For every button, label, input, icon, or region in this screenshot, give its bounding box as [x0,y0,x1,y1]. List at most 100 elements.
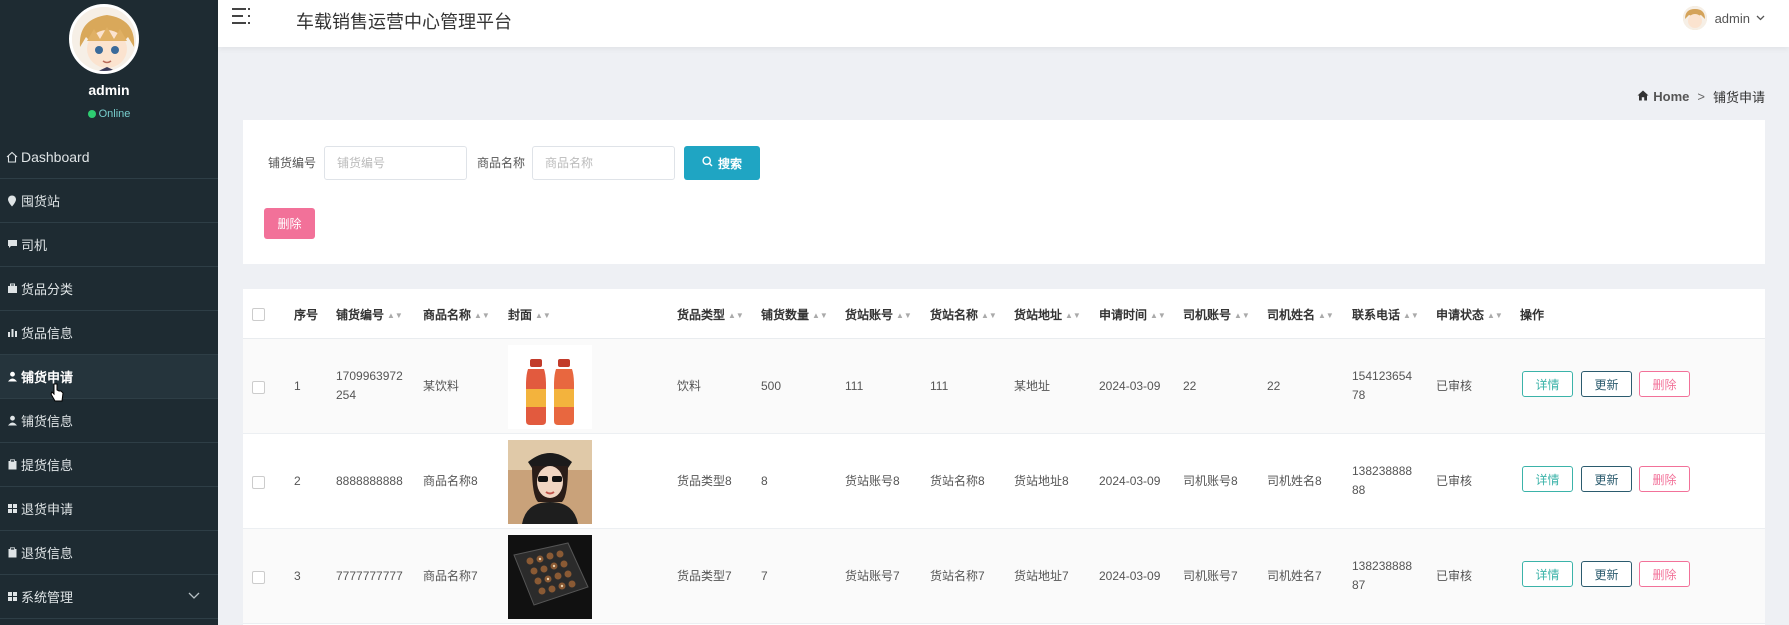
th-time-label: 申请时间 [1099,308,1148,322]
th-station-name-label: 货站名称 [930,308,979,322]
th-station-account-label: 货站账号 [845,308,894,322]
th-station-account[interactable]: 货站账号 ▲▼ [845,306,912,323]
sidebar-item-distribution-apply[interactable]: 铺货申请 [0,355,218,399]
cell-station-account: 货站账号7 [845,569,900,583]
th-qty[interactable]: 铺货数量 ▲▼ [761,306,828,323]
code-search-input[interactable] [324,146,467,180]
sidebar-item-label: 货品分类 [21,282,74,297]
cell-time: 2024-03-09 [1099,474,1161,488]
delete-button[interactable]: 删除 [1639,466,1690,492]
sidebar-item-return-info[interactable]: 退货信息 [0,531,218,575]
detail-button[interactable]: 详情 [1522,371,1573,397]
row-checkbox[interactable] [252,381,265,394]
sort-icon: ▲▼ [1150,311,1166,320]
detail-button[interactable]: 详情 [1522,561,1573,587]
th-time[interactable]: 申请时间 ▲▼ [1099,306,1166,323]
top-user-name: admin [1714,10,1750,26]
sidebar-item-label: 铺货信息 [21,414,74,429]
sort-icon: ▲▼ [1487,311,1503,320]
select-all-checkbox[interactable] [252,308,265,321]
cell-index: 2 [294,474,301,488]
cell-station-addr: 某地址 [1014,379,1051,393]
sidebar-item-driver[interactable]: 司机 [0,223,218,267]
table-row: 2 8888888888 商品名称8 货品类型8 8 货站账号8 货站名称8 货… [243,434,1765,529]
name-label: 商品名称 [477,156,526,170]
sidebar-item-label: 提货信息 [21,458,74,473]
delete-button[interactable]: 删除 [1639,561,1690,587]
clipboard-icon [6,458,18,471]
cell-station-name: 货站名称8 [930,474,985,488]
search-icon [702,156,718,170]
sidebar-item-label: 司机 [21,238,48,253]
update-button[interactable]: 更新 [1581,561,1632,587]
sort-icon: ▲▼ [1234,311,1250,320]
sidebar-item-dashboard[interactable]: Dashboard [0,135,218,179]
sidebar-item-label: 货品信息 [21,326,74,341]
code-label: 铺货编号 [268,156,317,170]
sidebar-item-label: Dashboard [21,148,90,165]
user-name: admin [88,82,130,98]
cell-time: 2024-03-09 [1099,379,1161,393]
cell-driver-name: 司机姓名8 [1267,474,1322,488]
th-actions: 操作 [1520,308,1545,322]
chart-icon [6,327,18,339]
th-cover[interactable]: 封面 ▲▼ [508,306,551,323]
menu-toggle-icon[interactable] [232,8,254,28]
cell-phone-line: 78 [1352,388,1366,402]
th-code[interactable]: 铺货编号 ▲▼ [336,306,403,323]
update-button[interactable]: 更新 [1581,371,1632,397]
table-row: 1 1709963972 254 某饮料 饮料 500 111 111 某地址 2… [243,339,1765,434]
user-menu[interactable]: admin [1682,6,1765,30]
hand-cursor-icon [50,383,64,403]
cover-image[interactable] [508,535,592,619]
home-icon [6,151,18,163]
top-avatar[interactable] [1682,6,1707,30]
sidebar-item-return-apply[interactable]: 退货申请 [0,487,218,531]
user-icon [6,371,18,383]
breadcrumb-home-link[interactable]: Home [1653,89,1689,104]
grid-icon [6,503,18,515]
th-name[interactable]: 商品名称 ▲▼ [423,306,490,323]
sort-icon: ▲▼ [981,311,997,320]
th-type[interactable]: 货品类型 ▲▼ [677,306,744,323]
name-search-input[interactable] [532,146,675,180]
cell-name: 某饮料 [423,379,460,393]
th-station-name[interactable]: 货站名称 ▲▼ [930,306,997,323]
th-phone[interactable]: 联系电话 ▲▼ [1352,306,1419,323]
sidebar-item-label: 系统管理 [21,590,74,605]
row-checkbox[interactable] [252,476,265,489]
detail-button[interactable]: 详情 [1522,466,1573,492]
cell-station-account: 111 [845,379,864,393]
search-panel: 铺货编号 商品名称 搜索 删除 [243,120,1765,264]
sidebar-item-pickup-info[interactable]: 提货信息 [0,443,218,487]
th-driver-name[interactable]: 司机姓名 ▲▼ [1267,306,1334,323]
sidebar-item-stock-station[interactable]: 囤货站 [0,179,218,223]
th-driver-name-label: 司机姓名 [1267,308,1316,322]
sidebar-item-distribution-info[interactable]: 铺货信息 [0,399,218,443]
cover-image[interactable] [508,345,592,429]
cell-status: 已审核 [1436,379,1473,393]
search-button[interactable]: 搜索 [684,146,760,180]
sort-icon: ▲▼ [1318,311,1334,320]
avatar[interactable] [69,4,139,74]
batch-delete-button[interactable]: 删除 [264,208,315,239]
th-status[interactable]: 申请状态 ▲▼ [1436,306,1503,323]
sidebar-item-goods-info[interactable]: 货品信息 [0,311,218,355]
delete-button[interactable]: 删除 [1639,371,1690,397]
sidebar-item-system-management[interactable]: 系统管理 [0,575,218,619]
breadcrumb-current: 铺货申请 [1712,90,1765,105]
th-status-label: 申请状态 [1436,308,1485,322]
cell-time: 2024-03-09 [1099,569,1161,583]
update-button[interactable]: 更新 [1581,466,1632,492]
sidebar-menu: Dashboard 囤货站 司机 货品分类 货品信息 铺货申请 铺货信息 提货信… [0,135,218,619]
cover-image[interactable] [508,440,592,524]
sort-icon: ▲▼ [535,311,551,320]
th-driver-account[interactable]: 司机账号 ▲▼ [1183,306,1250,323]
th-station-addr[interactable]: 货站地址 ▲▼ [1014,306,1081,323]
row-checkbox[interactable] [252,571,265,584]
chevron-down-icon [1756,13,1765,24]
cell-type: 货品类型8 [677,474,732,488]
sidebar-item-goods-category[interactable]: 货品分类 [0,267,218,311]
cell-qty: 500 [761,379,782,393]
chevron-down-icon[interactable] [188,589,200,603]
